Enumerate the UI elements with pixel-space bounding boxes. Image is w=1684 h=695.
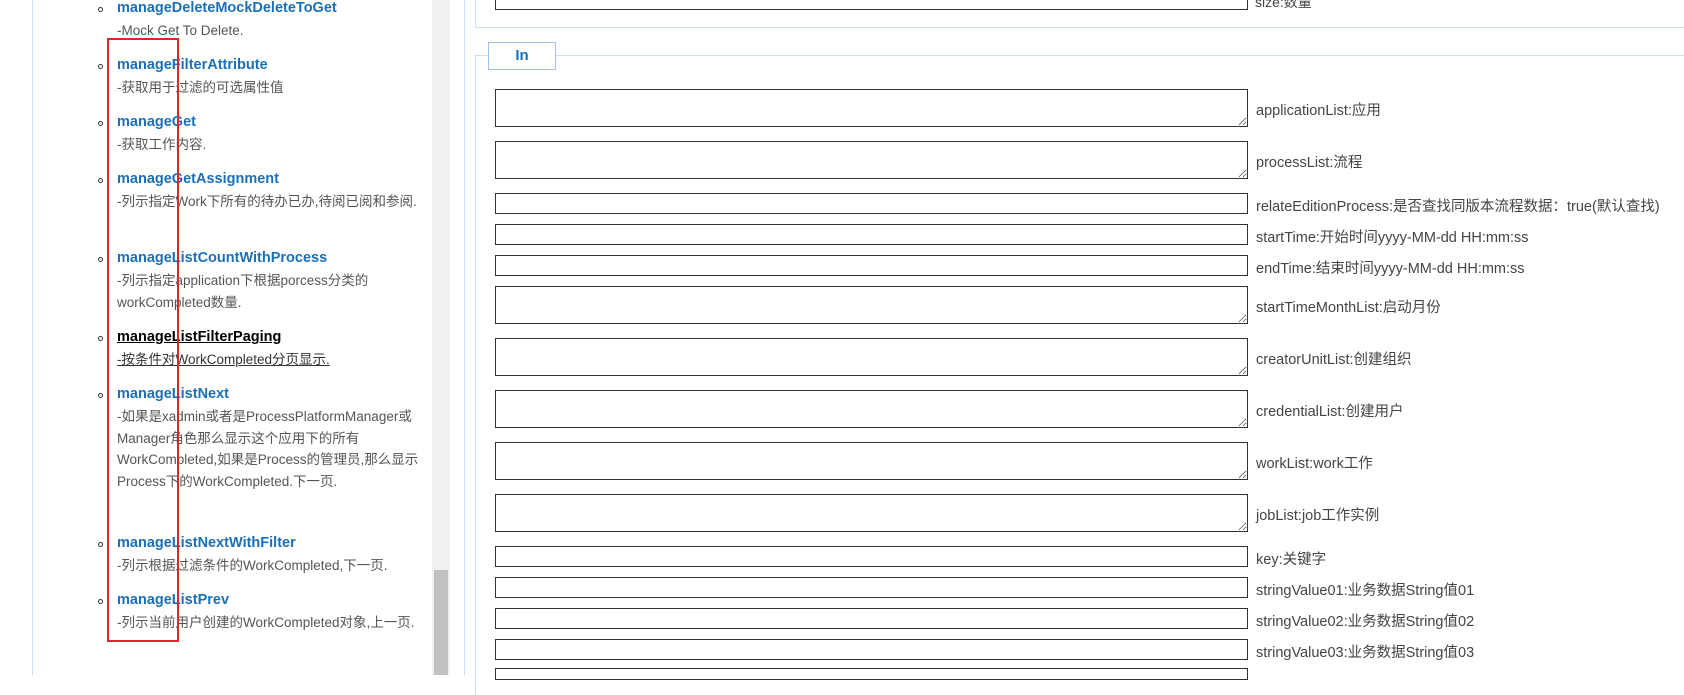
tab-in[interactable]: In	[488, 42, 556, 70]
param-label: endTime:结束时间yyyy-MM-dd HH:mm:ss	[1256, 260, 1525, 277]
method-link[interactable]: manageGet	[117, 114, 196, 130]
method-link[interactable]: manageListFilterPaging	[117, 329, 281, 345]
param-label: creatorUnitList:创建组织	[1256, 352, 1412, 368]
param-input[interactable]	[495, 224, 1248, 245]
method-link[interactable]: manageDeleteMockDeleteToGet	[117, 0, 337, 16]
method-description: -列示指定application下根据porcess分类的workComplet…	[117, 273, 369, 310]
size-label: size:数量	[1255, 0, 1312, 10]
param-textarea[interactable]	[495, 390, 1248, 428]
method-description: -按条件对WorkCompleted分页显示.	[117, 352, 330, 367]
param-textarea[interactable]	[495, 494, 1248, 532]
bullet-icon	[98, 599, 103, 604]
method-description: -获取工作内容.	[117, 137, 207, 152]
param-input[interactable]	[495, 193, 1248, 214]
param-label: jobList:job工作实例	[1256, 508, 1380, 524]
param-input[interactable]	[495, 608, 1248, 629]
size-input[interactable]	[495, 0, 1248, 10]
method-description: -列示指定Work下所有的待办已办,待阅已阅和参阅.	[117, 194, 417, 209]
param-label: credentialList:创建用户	[1256, 404, 1404, 420]
method-link[interactable]: manageGetAssignment	[117, 171, 279, 187]
param-input[interactable]	[495, 546, 1248, 567]
method-link[interactable]: manageListNext	[117, 386, 229, 402]
method-description: -获取用于过滤的可选属性值	[117, 80, 284, 95]
param-label: applicationList:应用	[1256, 103, 1381, 119]
method-description: -如果是xadmin或者是ProcessPlatformManager或Mana…	[117, 409, 419, 489]
bullet-icon	[98, 64, 103, 69]
next-field-input[interactable]	[495, 668, 1248, 680]
param-label: stringValue02:业务数据String值02	[1256, 613, 1475, 630]
method-link[interactable]: manageListPrev	[117, 592, 229, 608]
method-description: -Mock Get To Delete.	[117, 23, 244, 38]
param-label: workList:work工作	[1256, 456, 1373, 472]
bullet-icon	[98, 542, 103, 547]
param-textarea[interactable]	[495, 442, 1248, 480]
method-description: -列示当前用户创建的WorkCompleted对象,上一页.	[117, 615, 415, 630]
sidebar-scrollbar-thumb[interactable]	[434, 570, 448, 675]
param-textarea[interactable]	[495, 286, 1248, 324]
bullet-icon	[98, 121, 103, 126]
bullet-icon	[98, 257, 103, 262]
param-textarea[interactable]	[495, 89, 1248, 127]
param-label: startTime:开始时间yyyy-MM-dd HH:mm:ss	[1256, 229, 1529, 246]
method-link[interactable]: manageFilterAttribute	[117, 57, 268, 73]
param-label: processList:流程	[1256, 155, 1363, 171]
param-input[interactable]	[495, 577, 1248, 598]
param-textarea[interactable]	[495, 338, 1248, 376]
bullet-icon	[98, 336, 103, 341]
param-input[interactable]	[495, 255, 1248, 276]
method-link[interactable]: manageListCountWithProcess	[117, 250, 327, 266]
bullet-icon	[98, 178, 103, 183]
param-label: relateEditionProcess:是否查找同版本流程数据：true(默认…	[1256, 198, 1660, 215]
param-textarea[interactable]	[495, 141, 1248, 179]
method-link[interactable]: manageListNextWithFilter	[117, 535, 296, 551]
param-label: stringValue03:业务数据String值03	[1256, 644, 1475, 661]
method-description: -列示根据过滤条件的WorkCompleted,下一页.	[117, 558, 388, 573]
param-label: key:关键字	[1256, 551, 1327, 568]
bullet-icon	[98, 393, 103, 398]
param-input[interactable]	[495, 639, 1248, 660]
method-nav-panel: manageDeleteMockDeleteToGet -Mock Get To …	[32, 0, 434, 675]
param-label: stringValue01:业务数据String值01	[1256, 582, 1475, 599]
bullet-icon	[98, 7, 103, 12]
param-label: startTimeMonthList:启动月份	[1256, 300, 1441, 316]
